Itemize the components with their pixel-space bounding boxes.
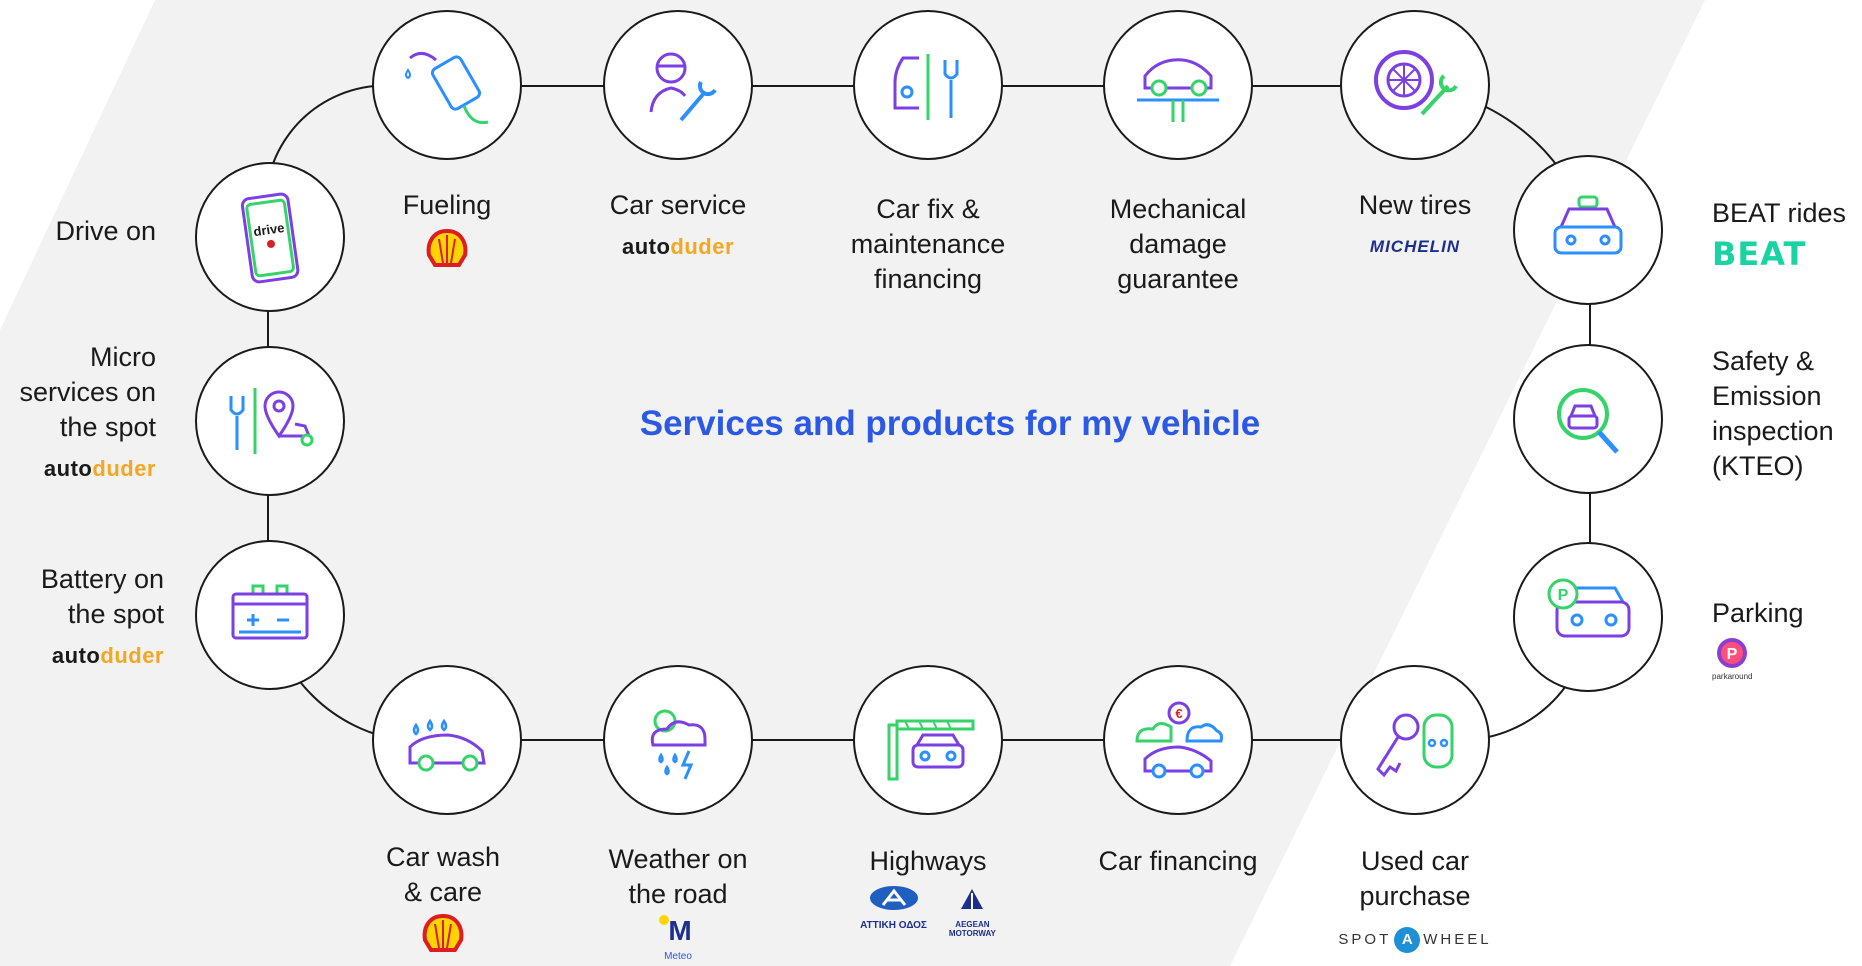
label-car-service: Car service autoduder: [568, 188, 788, 264]
svg-text:M: M: [668, 915, 691, 942]
node-mech-guarantee: [1103, 10, 1253, 160]
node-drive-on: drive: [195, 162, 345, 312]
car-key-icon: [1376, 713, 1454, 778]
parkaround-caption: parkaround: [1712, 672, 1753, 681]
autoduder-logo: autoduder: [51, 643, 164, 668]
label-mech-guarantee: Mechanical damage guarantee: [1109, 194, 1247, 294]
node-car-financing: €: [1103, 665, 1253, 815]
label-car-wash: Car wash & care: [333, 840, 553, 954]
shell-logo: [422, 914, 464, 952]
node-parking: P: [1513, 542, 1663, 692]
car-repair-icon: [893, 54, 959, 120]
svg-text:P: P: [1727, 646, 1738, 663]
phone-drive-icon: drive: [240, 192, 300, 284]
label-battery: Battery on the spot autoduder: [41, 562, 164, 673]
attiki-odos-logo: ΑΤΤΙΚΗ ΟΔΟΣ: [860, 885, 927, 938]
label-car-financing: Car financing: [1098, 846, 1258, 876]
label-used-car: Used car purchase SPOT A WHEEL: [1305, 844, 1525, 957]
node-car-fix-financing: [853, 10, 1003, 160]
label-kteo: Safety & Emission inspection (KTEO): [1712, 346, 1834, 481]
label-weather: Weather on the road M Meteo: [568, 842, 788, 962]
node-kteo: [1513, 344, 1663, 494]
node-micro-services: [195, 346, 345, 496]
tire-wrench-icon: [1374, 50, 1458, 116]
label-highways: Highways ΑΤΤΙΚΗ ΟΔΟΣ AEGEAN MOTORWAY: [818, 844, 1038, 938]
car-inspection-icon: [1557, 388, 1619, 454]
meteo-logo: M Meteo: [568, 914, 788, 962]
diagram-title: Services and products for my vehicle: [639, 404, 1261, 443]
label-beat-rides: BEAT rides BEAT: [1712, 198, 1847, 273]
label-car-fix-financing: Car fix & maintenance financing: [850, 194, 1006, 294]
fuel-pump-icon: [405, 52, 489, 125]
meteo-mark: M: [659, 915, 692, 946]
label-micro-services: Micro services on the spot autoduder: [19, 340, 156, 486]
node-new-tires: [1340, 10, 1490, 160]
location-service-icon: [229, 388, 314, 454]
euro-symbol: €: [1175, 706, 1182, 721]
label-drive-on: Drive on: [55, 216, 156, 246]
node-car-service: [603, 10, 753, 160]
app-text: drive: [253, 220, 286, 239]
node-weather: [603, 665, 753, 815]
parkaround-logo: P: [1717, 638, 1747, 668]
node-car-wash: [372, 665, 522, 815]
node-beat-rides: [1513, 155, 1663, 305]
node-fueling: [372, 10, 522, 160]
label-parking: Parking P parkaround: [1712, 598, 1804, 681]
label-new-tires: New tires MICHELIN: [1305, 188, 1525, 264]
michelin-logo: MICHELIN: [1369, 237, 1461, 256]
autoduder-logo: autoduder: [621, 234, 735, 259]
label-fueling: Fueling: [337, 188, 557, 269]
node-battery: [195, 540, 345, 690]
node-highways: [853, 665, 1003, 815]
aegean-mark: [961, 889, 984, 909]
beat-logo: BEAT: [1712, 235, 1807, 273]
meteo-caption: Meteo: [664, 951, 692, 962]
attiki-odos-mark: [869, 886, 918, 910]
car-finance-icon: €: [1135, 701, 1223, 779]
shell-logo: [426, 229, 468, 267]
battery-icon: [231, 584, 309, 640]
spotawheel-logo: SPOT A WHEEL: [1305, 922, 1525, 957]
highway-logos: ΑΤΤΙΚΗ ΟΔΟΣ AEGEAN MOTORWAY: [818, 885, 1038, 938]
mechanic-wrench-icon: [649, 52, 717, 122]
toll-barrier-icon: [887, 719, 975, 781]
aegean-motorway-logo: AEGEAN MOTORWAY: [949, 885, 996, 938]
svg-text:P: P: [1558, 587, 1569, 604]
parking-car-icon: P: [1547, 578, 1631, 638]
car-lift-icon: [1137, 58, 1219, 122]
node-used-car: [1340, 665, 1490, 815]
autoduder-logo: autoduder: [43, 456, 156, 481]
taxi-icon: [1553, 195, 1623, 255]
weather-icon: [650, 709, 707, 780]
car-wash-icon: [408, 718, 486, 772]
